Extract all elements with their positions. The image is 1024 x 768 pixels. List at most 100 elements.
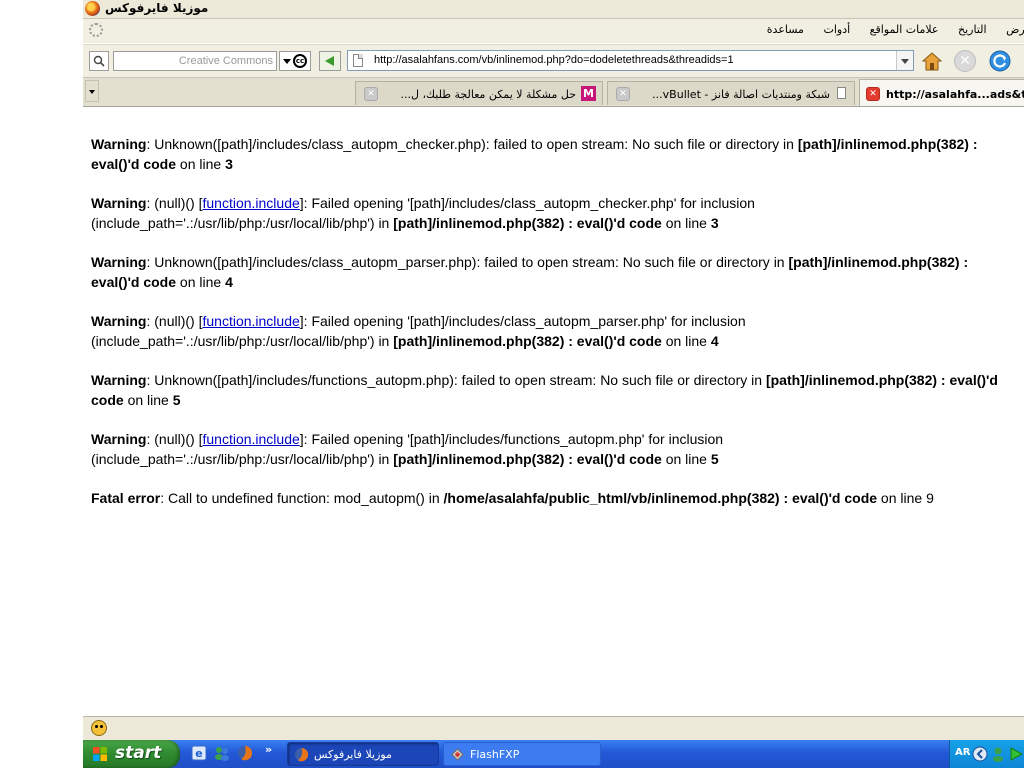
firefox-icon: [85, 1, 100, 16]
search-engine-selector[interactable]: cc: [279, 51, 311, 71]
warning-label: Warning: [91, 372, 147, 388]
tab-list-button[interactable]: [85, 80, 99, 102]
fatal-error-message: Fatal error: Call to undefined function:…: [91, 488, 1024, 508]
function-include-link[interactable]: function.include: [202, 431, 299, 447]
search-button[interactable]: [89, 51, 109, 71]
url-text[interactable]: http://asalahfans.com/vb/inlinemod.php?d…: [374, 54, 734, 66]
message-text: (include_path='.:/usr/lib/php:/usr/local…: [91, 333, 394, 349]
message-path: eval()'d code: [91, 156, 177, 172]
message-text: on line 9: [877, 490, 934, 506]
taskbar-button-label: موزيلا فايرفوكس: [314, 748, 392, 761]
back-button[interactable]: [319, 51, 341, 71]
tab-close-icon[interactable]: ✕: [866, 87, 880, 101]
messenger-icon[interactable]: [214, 745, 230, 761]
message-text: on line: [661, 451, 711, 467]
message-text: on line: [123, 392, 173, 408]
language-indicator[interactable]: AR: [955, 747, 970, 758]
menu-help[interactable]: مساعدة: [767, 23, 804, 36]
message-text: on line: [176, 274, 226, 290]
tab-label: http://asalahfa...ads&threadids=1: [886, 88, 1024, 101]
search-input[interactable]: [113, 51, 277, 71]
flashfxp-icon: [451, 748, 464, 761]
smiley-addon-icon[interactable]: [91, 720, 107, 736]
message-text: : (null)() [: [146, 313, 203, 329]
windows-logo-icon: [93, 747, 107, 761]
error-message-3: Warning: Unknown([path]/includes/class_a…: [91, 252, 1024, 292]
message-text: on line: [661, 333, 711, 349]
tray-back-icon[interactable]: [972, 746, 988, 762]
message-text: : (null)() [: [146, 195, 203, 211]
navigation-toolbar: cc http://asalahfans.com/vb/inlinemod.ph…: [83, 44, 1024, 78]
tray-user-icon[interactable]: [990, 746, 1006, 762]
chevron-down-icon: [89, 90, 95, 94]
firefox-icon: [294, 747, 309, 762]
taskbar-flashfxp-button[interactable]: FlashFXP: [443, 742, 601, 766]
quicklaunch-more[interactable]: »: [265, 743, 272, 756]
page-icon: [837, 87, 846, 99]
firefox-window: موزيلا فايرفوكس عرض التاريخ علامات الموا…: [83, 0, 1024, 740]
tab-close-icon[interactable]: ✕: [616, 87, 630, 101]
tab-label: شبكة ومنتديات اصالة فانز - vBullet...: [652, 88, 830, 101]
menu-tools[interactable]: أدوات: [823, 23, 850, 36]
system-tray: AR: [949, 740, 1024, 768]
message-path: [path]/inlinemod.php(382) :: [797, 136, 978, 152]
error-message-2: Warning: (null)() [function.include]: Fa…: [91, 193, 1024, 233]
throbber-icon: [89, 23, 103, 37]
error-message-6: Warning: (null)() [function.include]: Fa…: [91, 429, 1024, 469]
status-bar: [83, 716, 1024, 740]
line-number: 4: [710, 333, 719, 349]
error-message-5: Warning: Unknown([path]/includes/functio…: [91, 370, 1024, 410]
window-title: موزيلا فايرفوكس: [105, 1, 209, 15]
taskbar-firefox-button[interactable]: موزيلا فايرفوكس: [287, 742, 439, 766]
title-bar[interactable]: موزيلا فايرفوكس: [83, 0, 1024, 19]
tray-play-icon[interactable]: [1008, 746, 1024, 762]
tab-strip: ✕ حل مشكلة لا يمكن معالجة طلبك، ل... M ✕…: [83, 78, 1024, 107]
menu-bar: عرض التاريخ علامات المواقع أدوات مساعدة: [83, 19, 1024, 43]
message-path: /home/asalahfa/public_html/vb/inlinemod.…: [443, 490, 878, 506]
taskbar-button-label: FlashFXP: [470, 748, 520, 761]
warning-label: Warning: [91, 136, 147, 152]
menu-view[interactable]: عرض: [1006, 23, 1024, 36]
warning-label: Warning: [91, 254, 147, 270]
message-path: eval()'d code: [91, 274, 177, 290]
line-number: 3: [225, 156, 233, 172]
url-history-dropdown[interactable]: [896, 51, 913, 70]
tab-2[interactable]: ✕ شبكة ومنتديات اصالة فانز - vBullet...: [607, 81, 855, 105]
firefox-quicklaunch-icon[interactable]: [237, 745, 253, 761]
creative-commons-icon: cc: [293, 54, 307, 68]
start-button[interactable]: start: [83, 740, 180, 768]
chevron-down-icon: [283, 59, 291, 64]
warning-label: Warning: [91, 431, 147, 447]
address-bar[interactable]: http://asalahfans.com/vb/inlinemod.php?d…: [347, 50, 914, 71]
warning-label: Warning: [91, 195, 147, 211]
svg-text:e: e: [195, 747, 202, 760]
ie-icon[interactable]: e: [191, 745, 207, 761]
line-number: 5: [710, 451, 719, 467]
back-arrow-icon: [325, 56, 334, 66]
desktop-area: [0, 0, 83, 768]
line-number: 4: [225, 274, 233, 290]
message-path: [path]/inlinemod.php(382) : eval()'d: [765, 372, 998, 388]
message-text: : Unknown([path]/includes/functions_auto…: [146, 372, 766, 388]
warning-label: Warning: [91, 313, 147, 329]
message-text: (include_path='.:/usr/lib/php:/usr/local…: [91, 451, 394, 467]
tab-close-icon[interactable]: ✕: [364, 87, 378, 101]
menu-bookmarks[interactable]: علامات المواقع: [870, 23, 939, 36]
magnifier-icon: [93, 55, 105, 67]
home-button[interactable]: [920, 49, 944, 73]
tab-3[interactable]: ✕ حل مشكلة لا يمكن معالجة طلبك، ل... M: [355, 81, 603, 105]
start-label: start: [115, 743, 162, 763]
reload-button[interactable]: [988, 49, 1012, 73]
stop-button[interactable]: ✕: [954, 50, 976, 72]
menu-items: عرض التاريخ علامات المواقع أدوات مساعدة: [751, 23, 1024, 36]
function-include-link[interactable]: function.include: [202, 313, 299, 329]
message-text: : (null)() [: [146, 431, 203, 447]
function-include-link[interactable]: function.include: [202, 195, 299, 211]
menu-history[interactable]: التاريخ: [958, 23, 987, 36]
error-message-4: Warning: (null)() [function.include]: Fa…: [91, 311, 1024, 351]
chevron-down-icon: [901, 59, 909, 64]
message-path: [path]/inlinemod.php(382) : eval()'d cod…: [393, 215, 662, 231]
home-icon: [921, 52, 943, 71]
message-text: on line: [661, 215, 711, 231]
tab-1[interactable]: ✕ http://asalahfa...ads&threadids=1: [859, 79, 1024, 106]
